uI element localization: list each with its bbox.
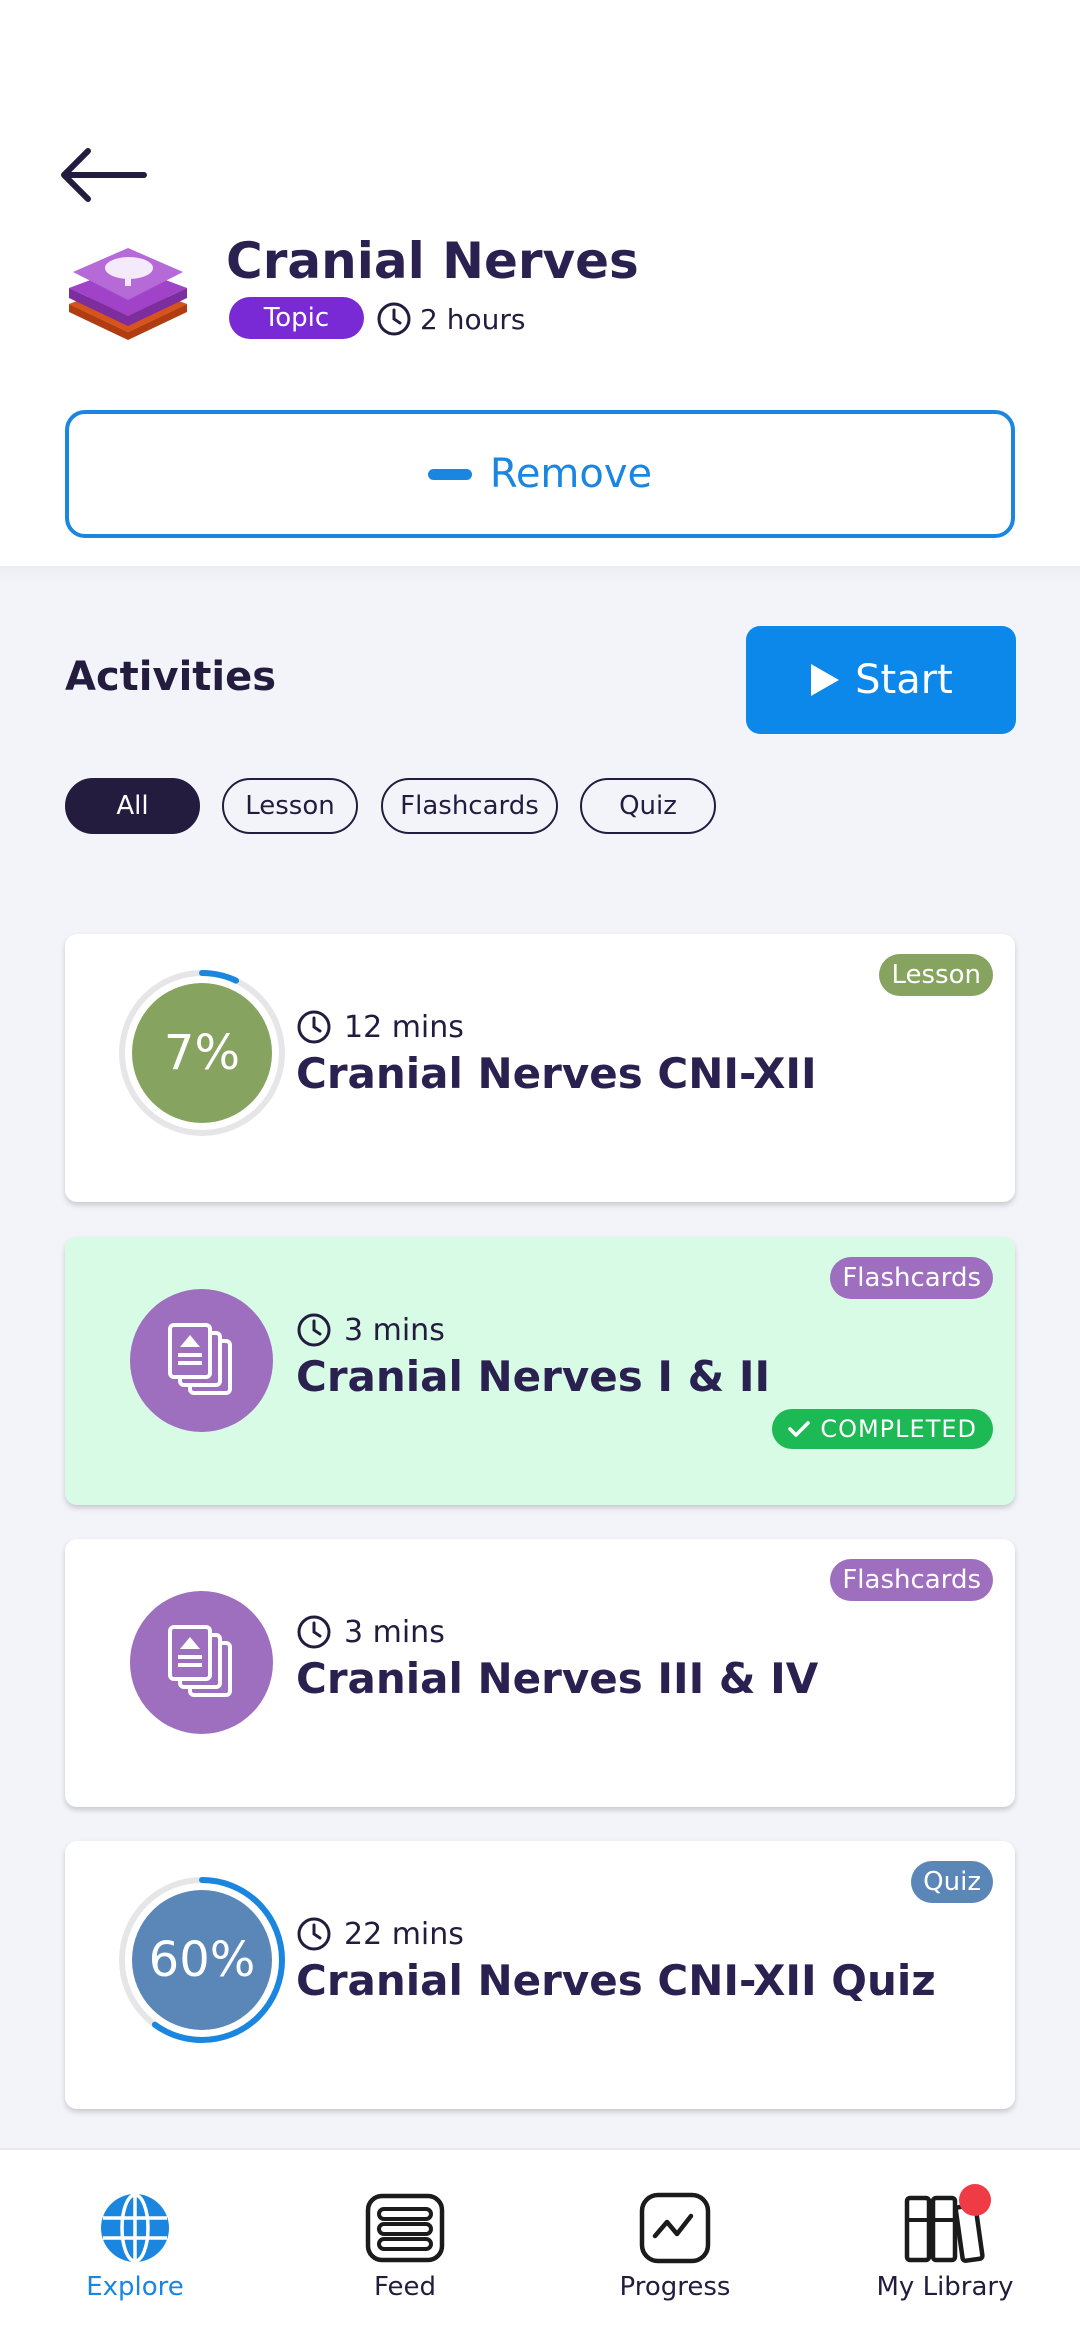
tag-badge: Quiz bbox=[911, 1861, 993, 1903]
activity-card-flashcards-1[interactable]: Flashcards 3 mins Cranial Nerves I & II … bbox=[65, 1237, 1015, 1505]
activity-time-text: 3 mins bbox=[344, 1312, 445, 1348]
start-button[interactable]: Start bbox=[746, 626, 1016, 734]
globe-icon bbox=[93, 2190, 177, 2266]
progress-percent: 60% bbox=[148, 1932, 256, 1988]
activity-time: 22 mins bbox=[296, 1916, 464, 1952]
nav-explore[interactable]: Explore bbox=[35, 2190, 235, 2302]
duration: 2 hours bbox=[376, 298, 525, 340]
activity-title: Cranial Nerves I & II bbox=[296, 1352, 771, 1401]
filter-lesson[interactable]: Lesson bbox=[222, 778, 358, 834]
activity-card-lesson[interactable]: Lesson 7% 12 mins Cranial Nerves CNI-XII bbox=[65, 934, 1015, 1202]
clock-icon bbox=[297, 1615, 331, 1649]
nav-explore-label: Explore bbox=[86, 2272, 184, 2302]
section-divider bbox=[0, 566, 1080, 582]
feed-icon bbox=[363, 2190, 447, 2266]
activity-card-quiz[interactable]: Quiz 60% 22 mins Cranial Nerves CNI-XII … bbox=[65, 1841, 1015, 2109]
activity-title: Cranial Nerves CNI-XII Quiz bbox=[296, 1956, 936, 2005]
topic-badge: Topic bbox=[229, 297, 364, 339]
bottom-nav: Explore Feed Progress My Library bbox=[0, 2148, 1080, 2342]
activity-time: 12 mins bbox=[296, 1009, 464, 1045]
flashcards-icon bbox=[130, 1289, 273, 1432]
nav-feed[interactable]: Feed bbox=[305, 2190, 505, 2302]
play-icon bbox=[811, 664, 840, 696]
activity-time-text: 3 mins bbox=[344, 1614, 445, 1650]
activities-heading: Activities bbox=[65, 654, 277, 700]
filter-all[interactable]: All bbox=[65, 778, 200, 834]
brain-stack-icon bbox=[63, 242, 193, 342]
duration-text: 2 hours bbox=[420, 302, 526, 336]
clock-icon bbox=[297, 1010, 331, 1044]
activity-time: 3 mins bbox=[296, 1614, 445, 1650]
nav-feed-label: Feed bbox=[373, 2272, 437, 2302]
page-title: Cranial Nerves bbox=[226, 232, 639, 290]
library-icon bbox=[903, 2184, 991, 2266]
clock-icon bbox=[297, 1313, 331, 1347]
nav-my-library-label: My Library bbox=[876, 2272, 1014, 2302]
check-icon bbox=[788, 1421, 811, 1437]
filter-flashcards[interactable]: Flashcards bbox=[381, 778, 558, 834]
clock-icon bbox=[377, 302, 411, 336]
filter-quiz[interactable]: Quiz bbox=[580, 778, 716, 834]
activity-time-text: 22 mins bbox=[344, 1916, 464, 1952]
progress-percent: 7% bbox=[163, 1025, 241, 1081]
completed-label: COMPLETED bbox=[820, 1415, 977, 1443]
flashcards-icon bbox=[130, 1591, 273, 1734]
nav-my-library[interactable]: My Library bbox=[845, 2184, 1045, 2302]
tag-badge: Lesson bbox=[879, 954, 993, 996]
progress-chart-icon bbox=[633, 2190, 717, 2266]
nav-progress[interactable]: Progress bbox=[575, 2190, 775, 2302]
notification-dot bbox=[959, 2184, 991, 2216]
clock-icon bbox=[297, 1917, 331, 1951]
activity-card-flashcards-2[interactable]: Flashcards 3 mins Cranial Nerves III & I… bbox=[65, 1539, 1015, 1807]
minus-icon bbox=[427, 468, 472, 480]
activity-time-text: 12 mins bbox=[344, 1009, 464, 1045]
remove-button[interactable]: Remove bbox=[65, 410, 1015, 538]
start-label: Start bbox=[855, 657, 953, 703]
tag-badge: Flashcards bbox=[830, 1257, 993, 1299]
activity-time: 3 mins bbox=[296, 1312, 445, 1348]
back-arrow-icon[interactable] bbox=[60, 145, 150, 205]
activity-title: Cranial Nerves III & IV bbox=[296, 1654, 819, 1703]
nav-progress-label: Progress bbox=[619, 2272, 731, 2302]
tag-badge: Flashcards bbox=[830, 1559, 993, 1601]
remove-label: Remove bbox=[489, 451, 653, 497]
activity-title: Cranial Nerves CNI-XII bbox=[296, 1049, 817, 1098]
completed-badge: COMPLETED bbox=[772, 1409, 993, 1449]
